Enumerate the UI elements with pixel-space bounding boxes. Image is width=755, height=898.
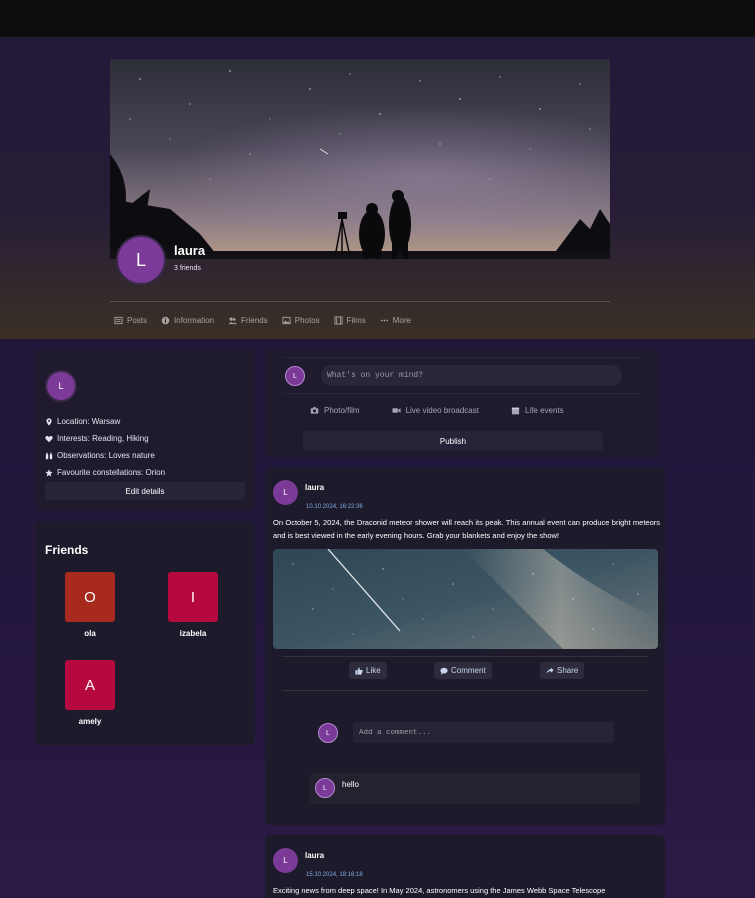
tab-posts[interactable]: Posts — [114, 316, 147, 325]
post-author-avatar[interactable]: L — [273, 480, 298, 505]
camera-icon — [310, 407, 319, 414]
friend-avatar[interactable]: O — [65, 572, 115, 622]
divider — [282, 690, 648, 691]
share-label: Share — [557, 666, 579, 675]
friend-ola[interactable]: O ola — [65, 572, 115, 638]
about-card: L Location: Warsaw Interests: Reading, H… — [35, 349, 255, 511]
about-avatar[interactable]: L — [45, 370, 77, 402]
top-bar — [0, 0, 755, 38]
post-date: 10.10.2024, 16:22:36 — [306, 504, 363, 510]
users-icon — [228, 317, 237, 325]
friend-name[interactable]: izabela — [168, 629, 218, 638]
comment-text: hello — [342, 780, 359, 789]
tab-posts-label: Posts — [127, 316, 148, 325]
friend-avatar[interactable]: A — [65, 660, 115, 710]
comment-item: L hello — [310, 773, 640, 804]
thumbs-up-icon — [355, 667, 363, 675]
about-list: Location: Warsaw Interests: Reading, Hik… — [45, 413, 165, 481]
calendar-icon — [511, 407, 520, 415]
comment-input[interactable] — [353, 722, 614, 743]
friend-amely[interactable]: A amely — [65, 660, 115, 726]
comment-icon — [440, 667, 448, 675]
live-video-button[interactable]: Live video broadcast — [392, 406, 479, 415]
divider — [283, 393, 643, 394]
image-icon — [282, 316, 291, 325]
friend-name[interactable]: amely — [65, 717, 115, 726]
friend-name[interactable]: ola — [65, 629, 115, 638]
friends-title: Friends — [45, 543, 89, 557]
tab-information-label: Information — [174, 316, 215, 325]
post-card: L laura 10.10.2024, 16:22:36 On October … — [265, 467, 665, 825]
video-icon — [392, 408, 401, 413]
comment-avatar[interactable]: L — [315, 778, 335, 798]
profile-friends-count[interactable]: 3 friends — [174, 265, 201, 272]
share-button[interactable]: Share — [540, 662, 585, 679]
about-constellations-text: Favourite constellations: Orion — [57, 468, 166, 477]
comment-composer-avatar[interactable]: L — [318, 723, 338, 743]
binoculars-icon — [45, 452, 53, 459]
life-events-label: Life events — [524, 406, 564, 415]
friend-avatar[interactable]: I — [168, 572, 218, 622]
share-icon — [546, 667, 554, 674]
friends-card: Friends O ola I izabela A amely — [35, 521, 255, 745]
header-divider — [110, 301, 610, 302]
like-label: Like — [366, 666, 381, 675]
about-observations-text: Observations: Loves nature — [57, 451, 155, 460]
tab-photos[interactable]: Photos — [282, 316, 320, 325]
post-card: L laura 15.10.2024, 18:16:18 Exciting ne… — [265, 835, 665, 898]
like-button[interactable]: Like — [349, 662, 387, 679]
tab-more-label: More — [392, 316, 411, 325]
photo-film-button[interactable]: Photo/film — [310, 406, 360, 415]
about-location-text: Location: Warsaw — [57, 417, 121, 426]
tab-photos-label: Photos — [294, 316, 320, 325]
tab-more[interactable]: More — [380, 316, 411, 325]
about-interests: Interests: Reading, Hiking — [45, 430, 165, 447]
post-author-avatar[interactable]: L — [273, 848, 298, 873]
tab-information[interactable]: Information — [161, 316, 214, 325]
newspaper-icon — [114, 316, 123, 325]
comment-button[interactable]: Comment — [434, 662, 492, 679]
profile-nav: Posts Information Friends Photos Films M… — [114, 316, 425, 325]
publish-button[interactable]: Publish — [303, 431, 603, 451]
ellipsis-icon — [380, 319, 388, 322]
live-video-label: Live video broadcast — [405, 406, 479, 415]
profile-avatar[interactable]: L — [116, 235, 166, 285]
post-text: On October 5, 2024, the Draconid meteor … — [273, 518, 660, 540]
post-author[interactable]: laura — [305, 483, 324, 492]
post-date: 15.10.2024, 18:16:18 — [306, 872, 363, 878]
divider — [283, 357, 643, 358]
tab-friends[interactable]: Friends — [228, 316, 268, 325]
post-text: Exciting news from deep space! In May 20… — [273, 886, 606, 895]
composer-avatar[interactable]: L — [285, 366, 305, 386]
heart-icon — [45, 435, 53, 442]
composer-actions: Photo/film Live video broadcast Life eve… — [310, 406, 596, 415]
about-location: Location: Warsaw — [45, 413, 165, 430]
about-interests-text: Interests: Reading, Hiking — [57, 434, 149, 443]
about-observations: Observations: Loves nature — [45, 447, 165, 464]
about-constellations: Favourite constellations: Orion — [45, 464, 165, 481]
location-pin-icon — [46, 417, 52, 426]
star-icon — [45, 468, 53, 476]
friend-izabela[interactable]: I izabela — [168, 572, 218, 638]
life-events-button[interactable]: Life events — [511, 406, 564, 415]
cover-photo — [110, 59, 610, 259]
tab-films[interactable]: Films — [334, 316, 366, 325]
tab-films-label: Films — [346, 316, 366, 325]
divider — [282, 656, 648, 657]
post-composer: L Photo/film Live video broadcast Life e… — [265, 349, 660, 457]
post-author[interactable]: laura — [305, 851, 324, 860]
post-image[interactable] — [273, 549, 658, 649]
comment-label: Comment — [451, 666, 486, 675]
composer-input[interactable] — [321, 365, 622, 386]
info-icon — [161, 316, 170, 325]
tab-friends-label: Friends — [241, 316, 268, 325]
edit-details-button[interactable]: Edit details — [45, 482, 245, 500]
profile-name: laura — [174, 243, 206, 258]
film-icon — [334, 316, 343, 325]
photo-film-label: Photo/film — [324, 406, 360, 415]
